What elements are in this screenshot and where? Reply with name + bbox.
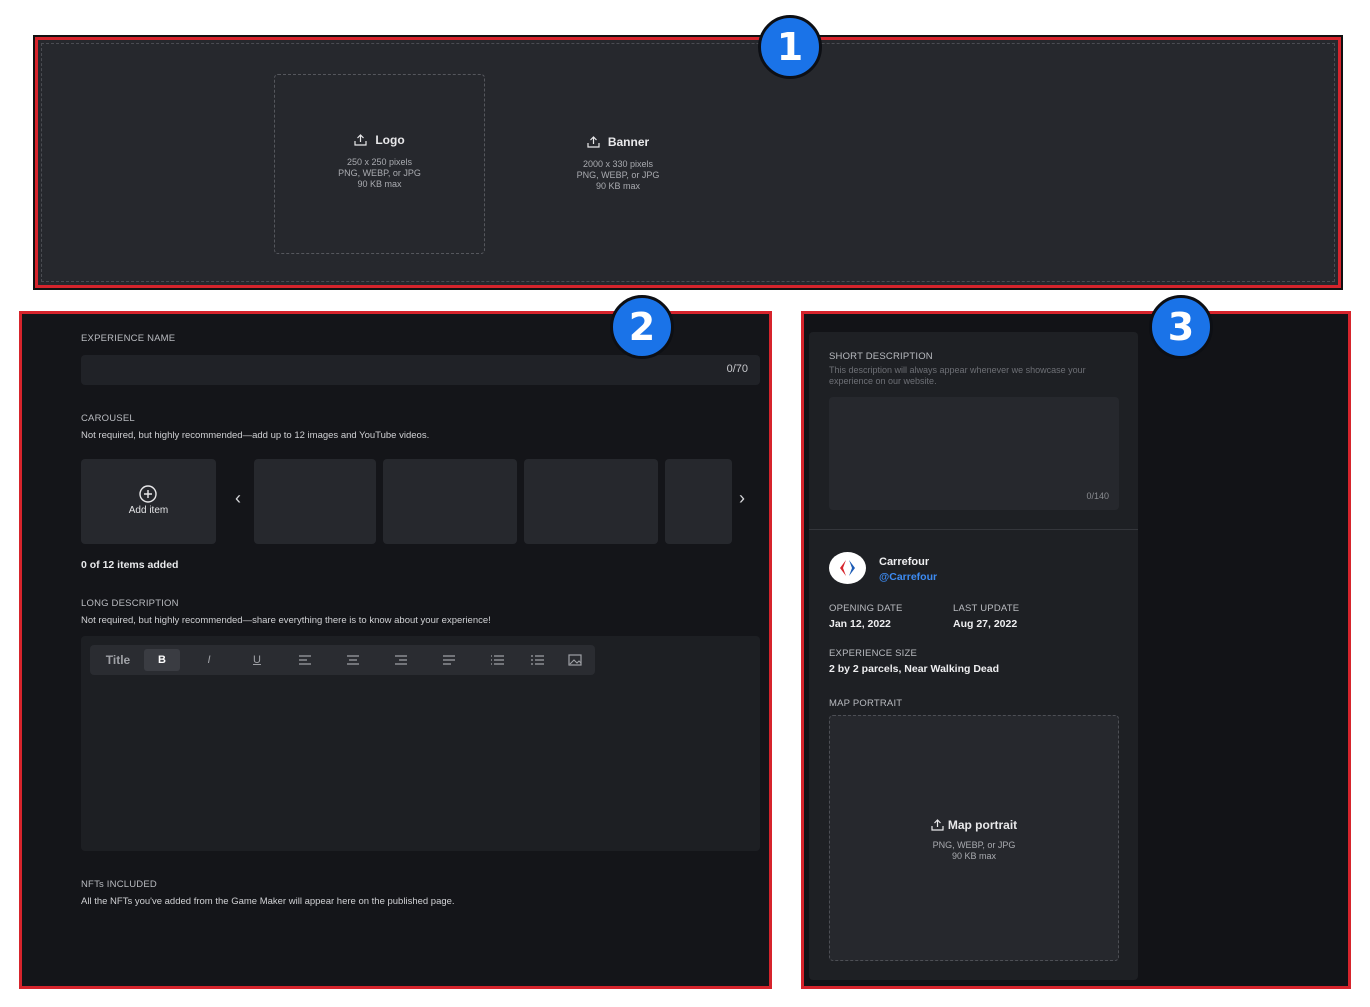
numbered-list-icon <box>530 655 544 665</box>
logo-title: Logo <box>375 133 405 147</box>
brand-handle-link[interactable]: @Carrefour <box>879 571 937 583</box>
italic-button[interactable]: I <box>192 645 226 675</box>
justify-icon <box>443 655 455 665</box>
experience-details-panel: SHORT DESCRIPTION This description will … <box>801 311 1351 989</box>
map-portrait-title: Map portrait <box>947 818 1018 832</box>
carousel-slot <box>383 459 517 544</box>
logo-max: 90 KB max <box>357 179 402 189</box>
opening-date-value: Jan 12, 2022 <box>829 618 891 630</box>
align-right-icon <box>395 655 407 665</box>
align-right-button[interactable] <box>384 645 418 675</box>
brand-avatar <box>829 552 866 584</box>
align-left-icon <box>299 655 311 665</box>
banner-size: 2000 x 330 pixels <box>582 159 654 169</box>
details-card: SHORT DESCRIPTION This description will … <box>809 332 1138 980</box>
experience-size-value: 2 by 2 parcels, Near Walking Dead <box>829 663 1000 675</box>
insert-image-button[interactable] <box>558 645 592 675</box>
banner-max: 90 KB max <box>595 181 641 191</box>
carousel-slot <box>524 459 658 544</box>
short-description-counter: 0/140 <box>1086 491 1109 501</box>
step-badge-2: 2 <box>610 295 674 359</box>
upload-icon <box>587 136 600 148</box>
add-item-button[interactable]: Add item <box>81 459 216 544</box>
experience-size-label: EXPERIENCE SIZE <box>829 648 917 659</box>
carrefour-logo-icon <box>840 560 855 576</box>
brand-name: Carrefour <box>879 556 930 568</box>
image-icon <box>568 654 582 666</box>
step-badge-3: 3 <box>1149 295 1213 359</box>
short-description-input[interactable]: 0/140 <box>829 397 1119 510</box>
map-portrait-formats: PNG, WEBP, or JPG <box>932 840 1016 850</box>
carousel-label: CAROUSEL <box>81 413 135 424</box>
bold-button[interactable]: B <box>144 649 180 671</box>
underline-button[interactable]: U <box>240 645 274 675</box>
carousel-slot <box>254 459 376 544</box>
align-justify-button[interactable] <box>432 645 466 675</box>
map-portrait-label: MAP PORTRAIT <box>829 698 903 709</box>
nfts-label: NFTs INCLUDED <box>81 879 157 890</box>
align-center-button[interactable] <box>336 645 370 675</box>
bullet-list-button[interactable] <box>480 645 514 675</box>
title-format-button[interactable]: Title <box>96 645 140 675</box>
short-description-help: This description will always appear when… <box>829 365 1086 386</box>
add-item-label: Add item <box>128 505 169 516</box>
nfts-help: All the NFTs you've added from the Game … <box>81 896 455 907</box>
map-portrait-upload-title: Map portrait <box>830 818 1118 832</box>
opening-date-label: OPENING DATE <box>829 603 903 614</box>
carousel-prev-icon[interactable]: ‹ <box>235 488 241 509</box>
upload-icon <box>354 134 367 146</box>
banner-upload[interactable]: Banner 2000 x 330 pixels PNG, WEBP, or J… <box>543 135 693 192</box>
carousel-slot <box>665 459 732 544</box>
logo-upload-title: Logo <box>275 133 484 147</box>
short-description-label: SHORT DESCRIPTION <box>829 351 933 362</box>
carousel-help: Not required, but highly recommended—add… <box>81 430 430 441</box>
align-center-icon <box>347 655 359 665</box>
align-left-button[interactable] <box>288 645 322 675</box>
long-description-help: Not required, but highly recommended—sha… <box>81 615 491 626</box>
map-portrait-upload[interactable]: Map portrait PNG, WEBP, or JPG 90 KB max <box>829 715 1119 961</box>
media-upload-panel: Logo 250 x 250 pixels PNG, WEBP, or JPG … <box>33 35 1343 290</box>
bullet-list-icon <box>490 655 504 665</box>
editor-toolbar: Title B I U <box>90 645 595 675</box>
last-update-value: Aug 27, 2022 <box>953 618 1018 630</box>
map-portrait-max: 90 KB max <box>951 851 997 861</box>
upload-icon <box>931 819 944 831</box>
step-badge-1: 1 <box>758 15 822 79</box>
logo-formats: PNG, WEBP, or JPG <box>338 168 421 178</box>
banner-formats: PNG, WEBP, or JPG <box>576 170 660 180</box>
numbered-list-button[interactable] <box>520 645 554 675</box>
experience-form-panel: EXPERIENCE NAME 0/70 CAROUSEL Not requir… <box>19 311 772 989</box>
carousel-count: 0 of 12 items added <box>81 559 179 571</box>
last-update-label: LAST UPDATE <box>953 603 1020 614</box>
long-description-label: LONG DESCRIPTION <box>81 598 179 609</box>
experience-name-input[interactable]: 0/70 <box>81 355 760 385</box>
experience-name-label: EXPERIENCE NAME <box>81 333 176 344</box>
banner-upload-title: Banner <box>543 135 693 149</box>
experience-name-counter: 0/70 <box>726 363 748 375</box>
logo-size: 250 x 250 pixels <box>346 157 413 167</box>
add-circle-icon <box>139 485 157 503</box>
banner-title: Banner <box>607 135 650 149</box>
logo-upload[interactable]: Logo 250 x 250 pixels PNG, WEBP, or JPG … <box>274 74 485 254</box>
carousel-next-icon[interactable]: › <box>739 488 745 509</box>
divider <box>809 529 1138 530</box>
